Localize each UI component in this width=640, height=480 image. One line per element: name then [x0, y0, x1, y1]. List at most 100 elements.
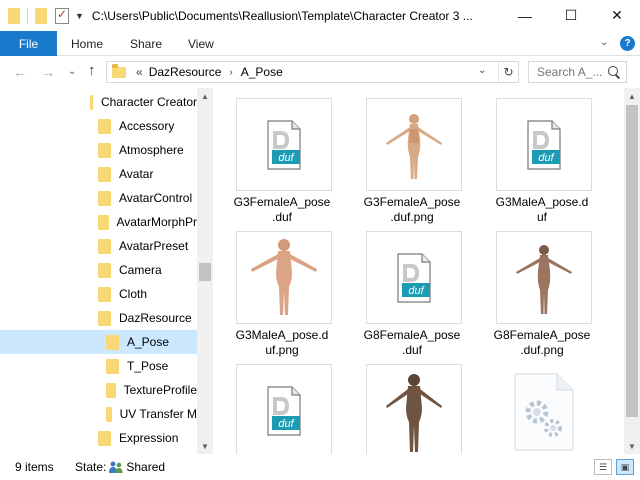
tree-item-label: A_Pose	[127, 335, 170, 349]
tree-item-label: DazResource	[119, 311, 192, 325]
search-icon[interactable]	[607, 65, 621, 79]
file-name: G3FemaleA_pose .duf	[233, 195, 331, 224]
tree-item-dazresource[interactable]: DazResource	[0, 306, 197, 330]
tree-item-textureprofile[interactable]: TextureProfile	[0, 378, 197, 402]
tree-item-character-creator[interactable]: Character Creator	[0, 90, 197, 114]
ribbon: File Home Share View ⌄ ?	[0, 31, 640, 56]
settings-file-icon	[514, 373, 574, 450]
tree-item-camera[interactable]: Camera	[0, 258, 197, 282]
folder-icon	[98, 262, 111, 278]
window-title: C:\Users\Public\Documents\Reallusion\Tem…	[91, 8, 473, 23]
tree-item-label: Accessory	[119, 119, 175, 133]
navigation-scrollbar[interactable]: ▲ ▼	[197, 88, 213, 454]
tree-item-avatarpreset[interactable]: AvatarPreset	[0, 234, 197, 258]
breadcrumb-a-pose[interactable]: A_Pose	[241, 65, 283, 79]
tree-item-atmosphere[interactable]: Atmosphere	[0, 138, 197, 162]
file-thumbnail	[496, 364, 592, 454]
item-count: 9 items	[15, 460, 54, 474]
folder-icon	[98, 166, 111, 182]
scroll-up-icon[interactable]: ▲	[197, 88, 213, 104]
file-thumbnail	[236, 231, 332, 324]
female-figure-image	[516, 244, 572, 314]
breadcrumb-dazresource[interactable]: DazResource	[149, 65, 222, 79]
overflow-icon[interactable]: «	[136, 65, 143, 79]
duf-file-icon: duf	[267, 119, 301, 170]
male-figure-image	[251, 238, 317, 315]
folder-icon	[98, 238, 111, 254]
address-bar[interactable]: « DazResource › A_Pose ⌄ ↻	[106, 61, 519, 83]
tree-item-t-pose[interactable]: T_Pose	[0, 354, 197, 378]
up-button[interactable]: ↑	[88, 62, 96, 79]
scroll-down-icon[interactable]: ▼	[624, 438, 640, 454]
duf-label: duf	[278, 418, 294, 430]
search-box[interactable]	[528, 61, 627, 83]
scroll-thumb[interactable]	[199, 263, 211, 281]
address-row: ← → ⌄ ↑ « DazResource › A_Pose ⌄ ↻	[0, 56, 640, 88]
folder-icon	[90, 94, 93, 110]
tree-item-avatarcontrol[interactable]: AvatarControl	[0, 186, 197, 210]
tree-item-a-pose[interactable]: A_Pose	[0, 330, 197, 354]
tree-item-cloth[interactable]: Cloth	[0, 282, 197, 306]
close-button[interactable]: ✕	[594, 0, 640, 31]
customize-toolbar-icon[interactable]: ▼	[75, 11, 84, 21]
duf-label: duf	[278, 152, 294, 164]
file-thumbnail: duf	[236, 98, 332, 191]
refresh-icon[interactable]: ↻	[498, 62, 518, 82]
file-thumbnail: duf	[236, 364, 332, 454]
quick-access-toolbar: ▼	[0, 0, 84, 31]
tree-item-label: Camera	[119, 263, 162, 277]
male-figure-image	[386, 373, 442, 452]
tree-item-expression[interactable]: Expression	[0, 426, 197, 450]
content-scrollbar[interactable]: ▲ ▼	[624, 88, 640, 454]
file-name: G8FemaleA_pose .duf	[363, 328, 461, 357]
tree-item-avatar[interactable]: Avatar	[0, 162, 197, 186]
details-view-icon[interactable]: ☰	[594, 459, 612, 475]
folder-icon	[98, 142, 111, 158]
shared-users-icon	[109, 461, 123, 473]
back-button[interactable]: ←	[13, 64, 27, 80]
chevron-down-icon[interactable]: ⌄	[478, 65, 486, 76]
expand-ribbon-icon[interactable]: ⌄	[600, 37, 608, 48]
tab-view[interactable]: View	[188, 31, 214, 56]
tree-item-label: AvatarPreset	[119, 239, 189, 253]
state-value: Shared	[126, 460, 166, 474]
maximize-button[interactable]: ☐	[548, 0, 594, 31]
file-name: G3MaleA_pose.d uf	[495, 195, 589, 224]
share-state: State: Shared	[75, 460, 165, 474]
forward-button[interactable]: →	[41, 64, 55, 80]
tab-home[interactable]: Home	[71, 31, 103, 56]
tree-item-uv-transfer[interactable]: UV Transfer M	[0, 402, 197, 426]
scroll-up-icon[interactable]: ▲	[624, 88, 640, 104]
file-name: G8FemaleA_pose .duf.png	[493, 328, 591, 357]
file-thumbnail	[366, 98, 462, 191]
tree-item-label: Character Creator	[100, 95, 197, 109]
properties-icon[interactable]	[55, 7, 69, 24]
tree-item-label: T_Pose	[127, 359, 169, 373]
duf-label: duf	[538, 152, 554, 164]
tab-share[interactable]: Share	[130, 31, 162, 56]
new-folder-icon[interactable]	[35, 7, 47, 24]
scroll-thumb[interactable]	[626, 105, 638, 417]
divider	[27, 7, 28, 24]
help-icon[interactable]: ?	[620, 36, 635, 51]
folder-icon[interactable]	[8, 7, 20, 24]
tree-item-accessory[interactable]: Accessory	[0, 114, 197, 138]
recent-locations-icon[interactable]: ⌄	[68, 66, 76, 77]
file-thumbnail	[496, 231, 592, 324]
tree-item-label: AvatarMorphPr	[116, 215, 197, 229]
minimize-button[interactable]: —	[502, 0, 548, 31]
search-input[interactable]	[529, 65, 607, 79]
folder-icon	[98, 430, 111, 446]
folder-icon	[98, 118, 111, 134]
tree-item-label: Atmosphere	[119, 143, 184, 157]
folder-icon	[98, 214, 109, 230]
file-name: G3FemaleA_pose .duf.png	[363, 195, 461, 224]
duf-file-icon: duf	[267, 385, 301, 436]
large-icons-view-icon[interactable]: ▣	[616, 459, 634, 475]
scroll-down-icon[interactable]: ▼	[197, 438, 213, 454]
navigation-pane: Character Creator Accessory Atmosphere A…	[0, 88, 213, 454]
tab-file[interactable]: File	[0, 31, 57, 56]
tree-item-avatarmorph[interactable]: AvatarMorphPr	[0, 210, 197, 234]
title-bar: ▼ C:\Users\Public\Documents\Reallusion\T…	[0, 0, 640, 31]
chevron-right-icon[interactable]: ›	[229, 67, 232, 78]
